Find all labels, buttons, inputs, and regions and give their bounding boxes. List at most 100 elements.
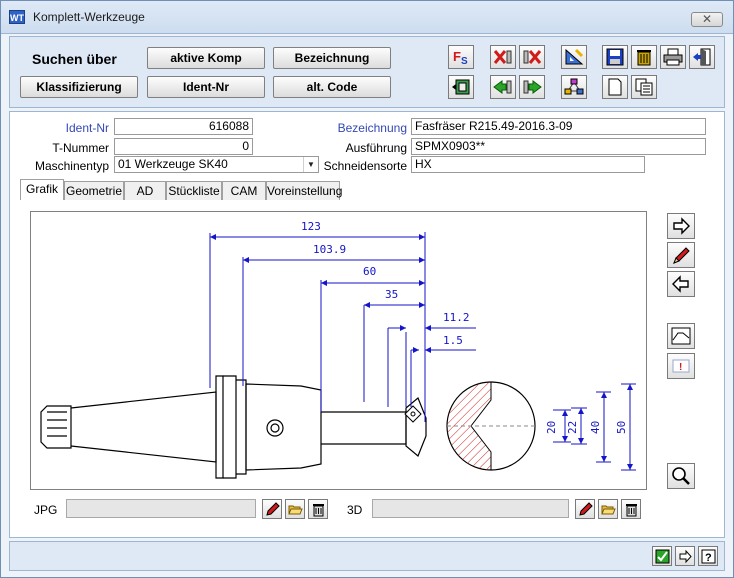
ausfuehrung-field[interactable]: SPMX0903** [411,138,706,155]
insert-right-button[interactable] [519,75,545,99]
structure-tree-icon [564,78,584,95]
dim-length-103-9: 103.9 [313,243,346,256]
dim-length-60: 60 [363,265,376,278]
main-window: WT Komplett-Werkzeuge ✕ Suchen über akti… [0,0,734,578]
app-icon: WT [9,10,25,24]
search-bezeichnung-button[interactable]: Bezeichnung [273,47,391,69]
status-bar: ? [9,541,725,571]
print-button[interactable] [660,45,686,69]
zoom-button[interactable] [667,463,695,489]
arrow-right-icon [673,217,690,235]
end-view [446,381,536,471]
folder-open-icon [600,505,616,514]
trash-icon [312,503,324,516]
info-graphic-button[interactable]: ! [667,353,695,379]
triangle-ruler-icon [565,48,584,65]
ident-nr-field[interactable]: 616088 [114,118,253,135]
search-active-komp-button[interactable]: aktive Komp [147,47,265,69]
ausfuehrung-label: Ausführung [345,141,407,155]
pencil-icon [265,501,280,516]
fs-button[interactable]: FS [448,45,474,69]
magnifier-icon [672,467,690,485]
remove-left-icon [493,50,512,64]
tab-grafik[interactable]: Grafik [20,179,64,200]
search-ident-nr-button[interactable]: Ident-Nr [147,76,265,98]
remove-right-button[interactable] [519,45,545,69]
insert-shape [404,405,422,423]
schneidensorte-field[interactable]: HX [411,156,645,173]
chevron-down-icon[interactable]: ▼ [303,157,318,172]
help-button[interactable]: ? [698,546,718,566]
pencil-icon [578,501,593,516]
pencil-icon [673,247,690,264]
profile-view-button[interactable] [667,323,695,349]
remove-left-button[interactable] [490,45,516,69]
insert-left-button[interactable] [490,75,516,99]
copy-documents-icon [635,78,653,96]
edit-graphic-button[interactable] [667,242,695,268]
tab-stueckliste[interactable]: Stückliste [166,181,222,200]
window-title: Komplett-Werkzeuge [33,10,145,24]
threed-label: 3D [347,503,363,517]
confirm-button[interactable] [652,546,672,566]
maschinentyp-select[interactable]: 01 Werkzeuge SK40 ▼ [114,156,319,173]
fs-icon: FS [453,49,468,66]
import-graphic-button[interactable] [667,271,695,297]
t-nummer-label: T-Nummer [52,141,109,155]
structure-button[interactable] [561,75,587,99]
svg-text:?: ? [705,552,712,564]
tool-outline [40,375,427,479]
measure-button[interactable] [561,45,587,69]
maschinentyp-label: Maschinentyp [34,159,109,173]
jpg-path-field[interactable] [66,499,256,518]
new-button[interactable] [602,75,628,99]
dim-diameter-40: 40 [589,421,602,434]
dim-diameter-20: 20 [545,421,558,434]
tab-geometrie[interactable]: Geometrie [64,181,124,200]
component-list-button[interactable] [448,75,474,99]
svg-text:!: ! [679,362,682,373]
trash-icon [625,503,637,516]
title-bar: WT Komplett-Werkzeuge ✕ [1,1,733,34]
search-alt-code-button[interactable]: alt. Code [273,76,391,98]
schneidensorte-label: Schneidensorte [323,159,407,173]
close-button[interactable]: ✕ [691,12,723,27]
folder-open-icon [287,505,303,514]
threed-path-field[interactable] [372,499,569,518]
new-document-icon [608,78,622,96]
tab-voreinstellung[interactable]: Voreinstellung [266,181,342,200]
svg-text:S: S [461,56,468,66]
t-nummer-field[interactable]: 0 [114,138,253,155]
trash-icon [637,50,651,66]
tab-cam[interactable]: CAM [222,181,266,200]
search-label: Suchen über [32,51,117,67]
threed-open-button[interactable] [598,499,618,519]
save-button[interactable] [602,45,628,69]
ident-nr-label: Ident-Nr [65,121,109,135]
jpg-label: JPG [34,503,58,517]
remove-right-icon [523,50,542,64]
help-icon: ? [701,549,715,564]
dim-length-35: 35 [385,288,398,301]
exit-button[interactable] [689,45,715,69]
copy-button[interactable] [631,75,657,99]
delete-button[interactable] [631,45,657,69]
dim-diameter-22: 22 [566,421,579,434]
tab-ad[interactable]: AD [124,181,166,200]
dim-total-length: 123 [301,220,321,233]
search-klassifizierung-button[interactable]: Klassifizierung [20,76,138,98]
threed-edit-button[interactable] [575,499,595,519]
dim-length-1-5: 1.5 [443,334,463,347]
dim-length-11-2: 11.2 [443,311,470,324]
jpg-delete-button[interactable] [308,499,328,519]
jpg-open-button[interactable] [285,499,305,519]
tool-drawing-canvas: 123 103.9 60 35 11.2 1.5 20 22 40 50 [40,220,636,479]
maschinentyp-value: 01 Werkzeuge SK40 [118,157,228,171]
next-button[interactable] [675,546,695,566]
export-graphic-button[interactable] [667,213,695,239]
bezeichnung-field[interactable]: Fasfräser R215.49-2016.3-09 [411,118,706,135]
component-list-icon [452,79,470,95]
warning-list-icon: ! [672,359,690,373]
threed-delete-button[interactable] [621,499,641,519]
jpg-edit-button[interactable] [262,499,282,519]
